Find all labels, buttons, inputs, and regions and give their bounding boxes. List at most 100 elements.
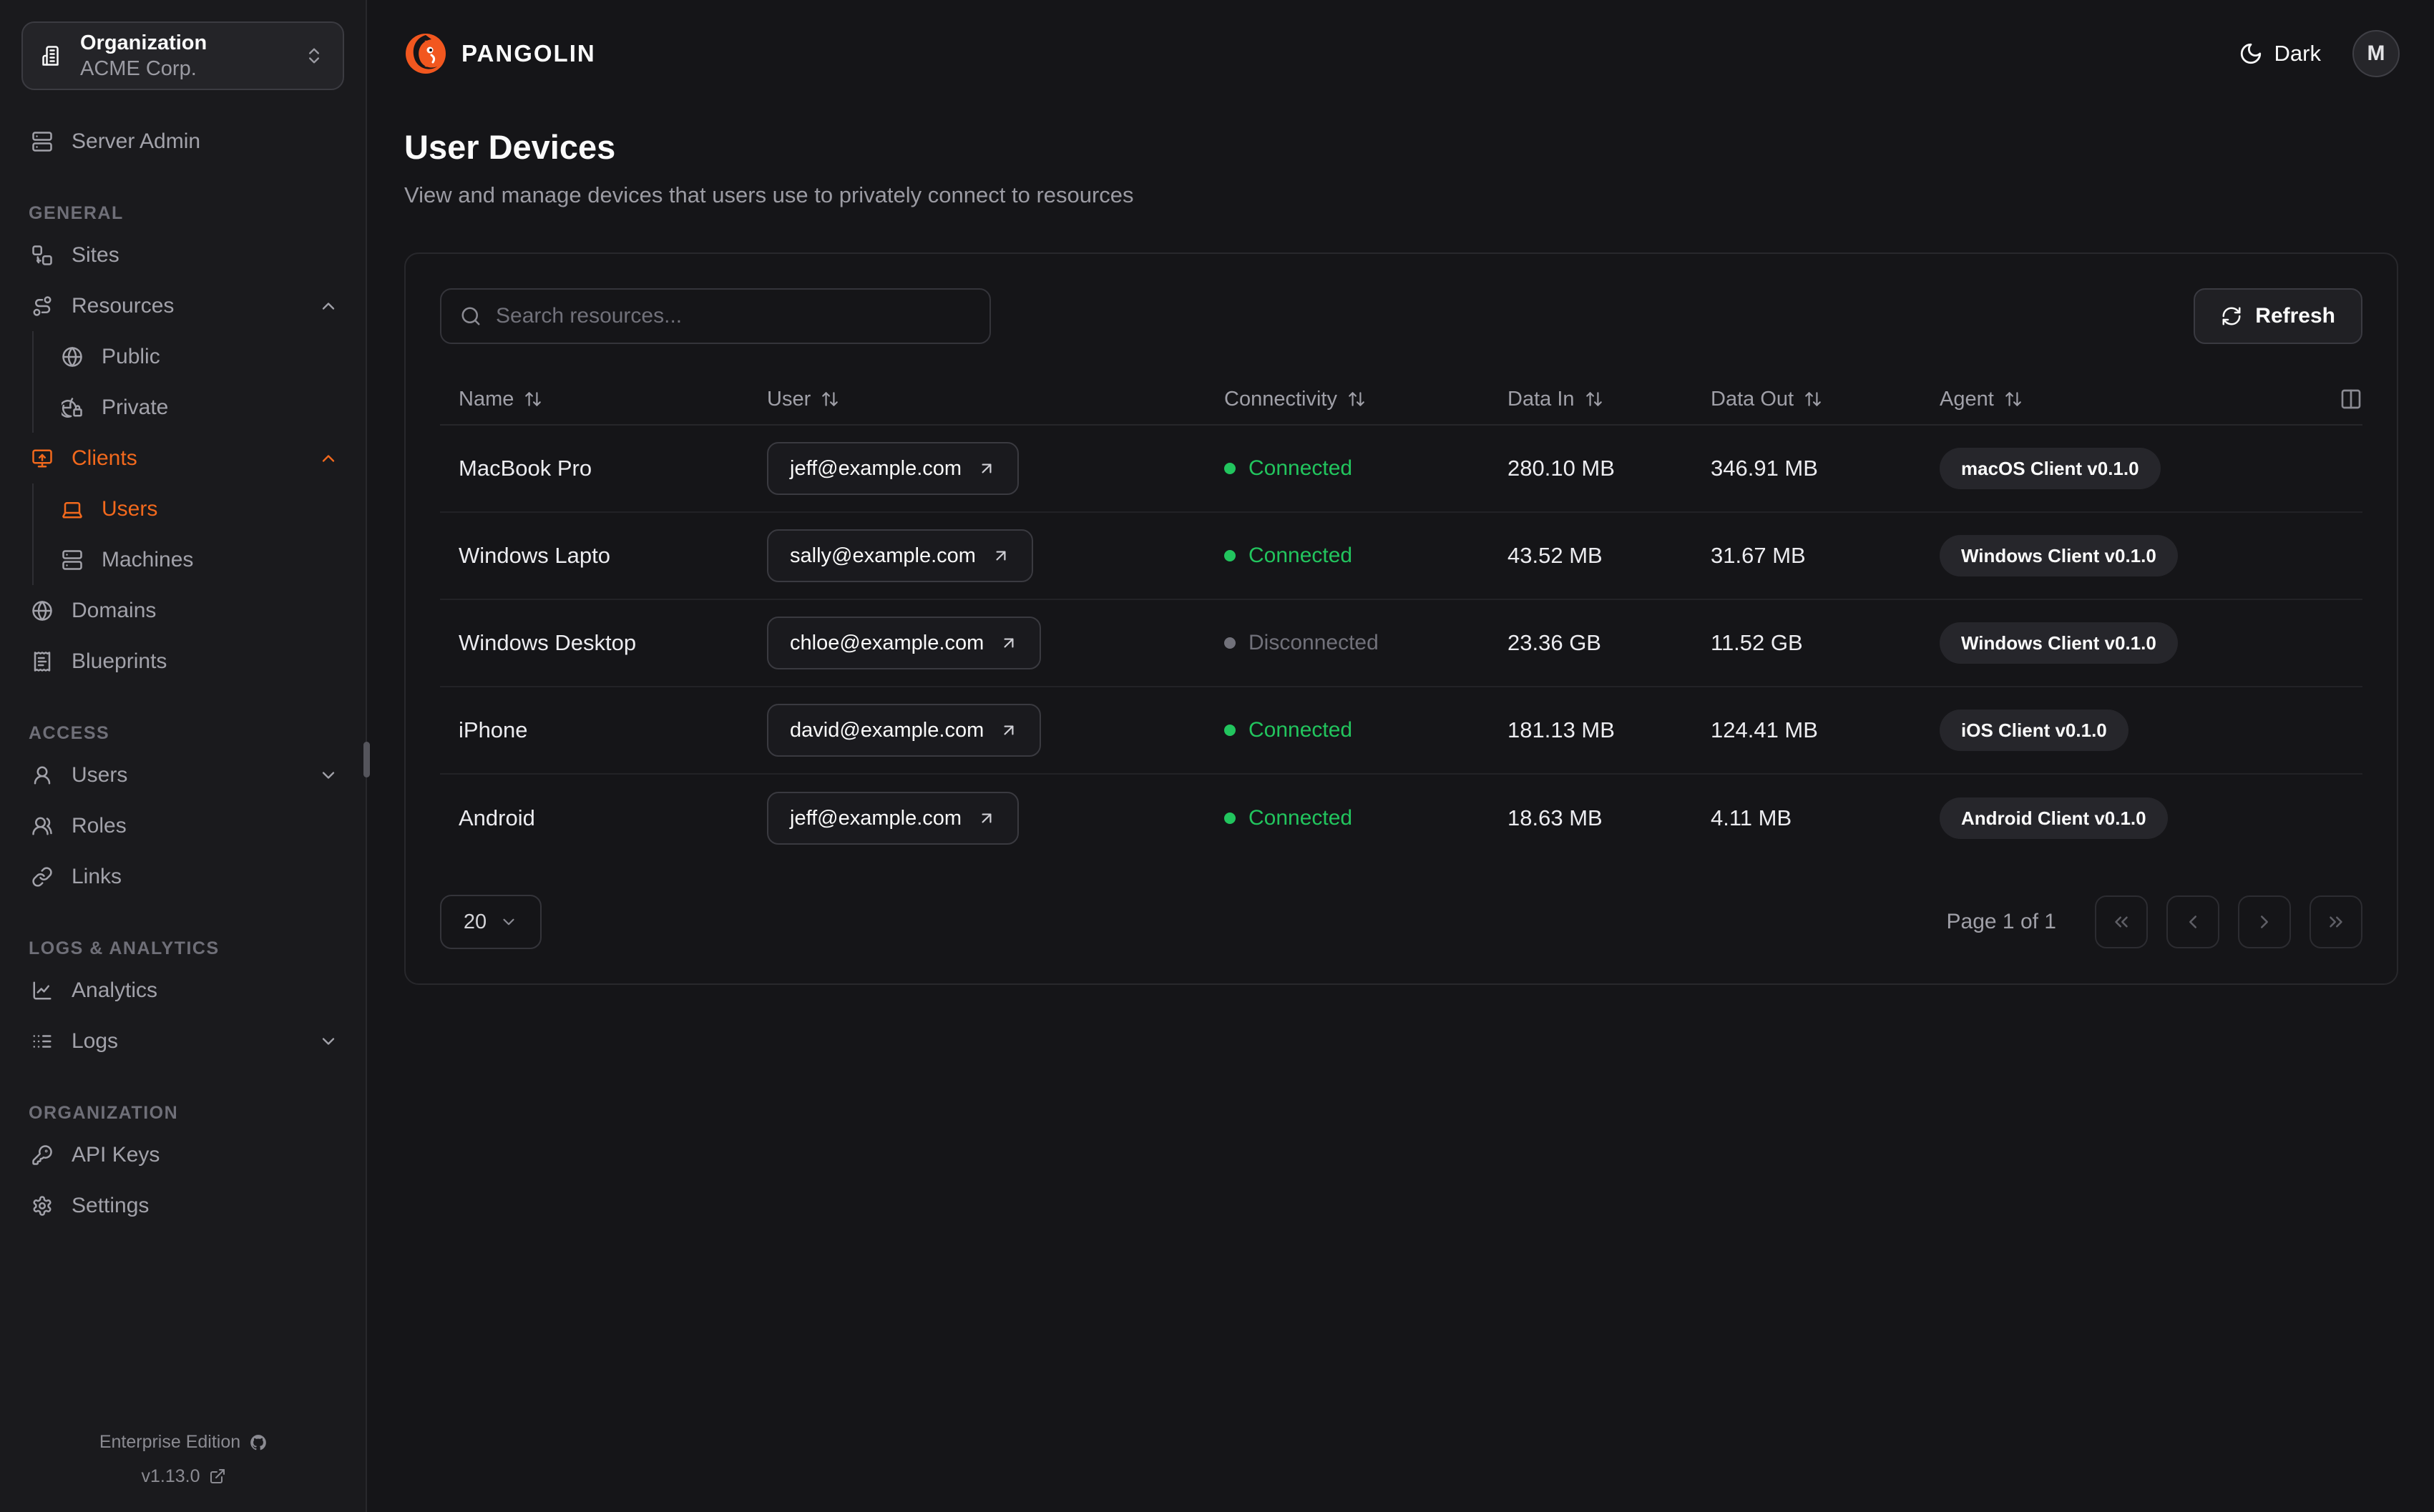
sidebar-item-private[interactable]: Private (34, 382, 344, 433)
devices-card: Refresh Name User Connectivity Data In (404, 252, 2398, 985)
status-dot (1224, 725, 1236, 736)
search-input[interactable] (496, 304, 971, 328)
column-header-user[interactable]: User (748, 388, 1206, 411)
section-label-organization: ORGANIZATION (29, 1102, 179, 1123)
column-header-data-out[interactable]: Data Out (1692, 388, 1921, 411)
previous-page-button[interactable] (2166, 895, 2219, 948)
connectivity-status: Connected (1224, 456, 1489, 481)
org-value: ACME Corp. (80, 57, 197, 80)
chevron-down-icon (322, 1037, 335, 1045)
sidebar-item-server-admin[interactable]: Server Admin (21, 116, 344, 167)
sidebar-item-label: Domains (72, 598, 157, 622)
avatar-initial: M (2367, 41, 2385, 65)
column-visibility-button[interactable] (2340, 388, 2362, 411)
sidebar-item-label: Public (102, 344, 160, 368)
sidebar-item-domains[interactable]: Domains (21, 585, 344, 636)
sidebar-item-logs[interactable]: Logs (21, 1016, 344, 1066)
external-link-icon[interactable] (209, 1468, 226, 1485)
globe-icon (32, 600, 52, 621)
chart-line-icon (33, 981, 52, 999)
arrow-up-right-icon (1004, 725, 1014, 735)
first-page-button[interactable] (2095, 895, 2148, 948)
user-link-button[interactable]: jeff@example.com (767, 792, 1020, 845)
table-row: iPhone david@example.com Connected 181.1… (440, 687, 2362, 775)
chevron-up-icon (322, 454, 335, 462)
receipt-icon (34, 651, 51, 672)
user-link-button[interactable]: sally@example.com (767, 529, 1033, 582)
refresh-button[interactable]: Refresh (2194, 288, 2362, 344)
device-name: Android (459, 805, 535, 830)
device-name: iPhone (459, 717, 528, 742)
github-icon[interactable] (249, 1433, 268, 1452)
sidebar-item-sites[interactable]: Sites (21, 230, 344, 280)
sidebar-item-clients[interactable]: Clients (21, 433, 344, 483)
page-size-select[interactable]: 20 (440, 895, 542, 949)
sidebar-item-label: Resources (72, 293, 175, 318)
agent-badge: Windows Client v0.1.0 (1940, 535, 2178, 576)
sidebar-item-machines[interactable]: Machines (34, 534, 344, 585)
chevron-down-icon (322, 771, 335, 779)
data-out: 124.41 MB (1711, 717, 1818, 742)
column-header-name[interactable]: Name (440, 388, 748, 411)
table-row: Android jeff@example.com Connected 18.63… (440, 775, 2362, 862)
next-page-button[interactable] (2238, 895, 2291, 948)
sidebar-item-analytics[interactable]: Analytics (21, 965, 344, 1016)
connectivity-status: Disconnected (1224, 631, 1489, 655)
sidebar-item-label: Blueprints (72, 649, 167, 673)
search-icon (461, 307, 480, 325)
chevron-up-icon (322, 302, 335, 310)
sidebar-item-settings[interactable]: Settings (21, 1180, 344, 1231)
resources-children: Public Private (32, 331, 344, 433)
device-name: Windows Desktop (459, 630, 637, 655)
connectivity-status: Connected (1224, 806, 1489, 830)
sidebar-item-label: Sites (72, 242, 119, 267)
column-header-connectivity[interactable]: Connectivity (1206, 388, 1489, 411)
topbar: PANGOLIN Dark M (368, 0, 2434, 107)
chevron-left-icon (2189, 915, 2196, 928)
chevrons-up-down-icon (309, 48, 319, 64)
sort-icon (1805, 392, 1821, 406)
laptop-icon (62, 501, 82, 518)
globe-lock-icon (62, 397, 82, 418)
monitor-up-icon (32, 449, 52, 467)
device-name: MacBook Pro (459, 456, 592, 481)
version-label[interactable]: v1.13.0 (141, 1460, 200, 1494)
sidebar-item-label: Links (72, 864, 122, 888)
table-row: Windows Desktop chloe@example.com Discon… (440, 600, 2362, 687)
sidebar-item-label: Private (102, 395, 169, 419)
agent-badge: Android Client v0.1.0 (1940, 797, 2168, 839)
organization-switcher[interactable]: Organization ACME Corp. (21, 21, 344, 90)
theme-toggle[interactable]: Dark (2239, 41, 2321, 67)
sidebar-footer: Enterprise Edition v1.13.0 (0, 1425, 367, 1493)
section-label-logs-analytics: LOGS & ANALYTICS (29, 938, 220, 958)
chevron-right-icon (2261, 915, 2268, 928)
sidebar-item-resources[interactable]: Resources (21, 280, 344, 331)
resources-icon (33, 295, 52, 316)
user-link-button[interactable]: jeff@example.com (767, 442, 1020, 495)
arrow-up-right-icon (982, 813, 992, 823)
sort-icon (1349, 392, 1364, 406)
column-header-data-in[interactable]: Data In (1489, 388, 1692, 411)
sidebar-item-clients-users[interactable]: Users (34, 483, 344, 534)
user-link-button[interactable]: david@example.com (767, 704, 1042, 757)
data-out: 31.67 MB (1711, 543, 1806, 568)
sidebar-item-blueprints[interactable]: Blueprints (21, 636, 344, 687)
status-dot (1224, 550, 1236, 561)
sidebar-item-links[interactable]: Links (21, 851, 344, 902)
agent-badge: macOS Client v0.1.0 (1940, 448, 2161, 489)
last-page-button[interactable] (2310, 895, 2362, 948)
sidebar: Organization ACME Corp. Server Admin GEN… (0, 0, 367, 1512)
sidebar-item-public[interactable]: Public (34, 331, 344, 382)
column-header-agent[interactable]: Agent (1921, 388, 2298, 411)
sidebar-item-api-keys[interactable]: API Keys (21, 1129, 344, 1180)
sort-icon (525, 392, 542, 406)
pagination: 20 Page 1 of 1 (440, 895, 2362, 949)
sidebar-item-roles[interactable]: Roles (21, 800, 344, 851)
brand[interactable]: PANGOLIN (403, 31, 596, 77)
gear-icon (33, 1195, 52, 1216)
refresh-icon (2222, 307, 2241, 325)
sidebar-item-users[interactable]: Users (21, 750, 344, 800)
avatar[interactable]: M (2352, 30, 2400, 77)
data-out: 346.91 MB (1711, 456, 1818, 481)
user-link-button[interactable]: chloe@example.com (767, 617, 1042, 669)
